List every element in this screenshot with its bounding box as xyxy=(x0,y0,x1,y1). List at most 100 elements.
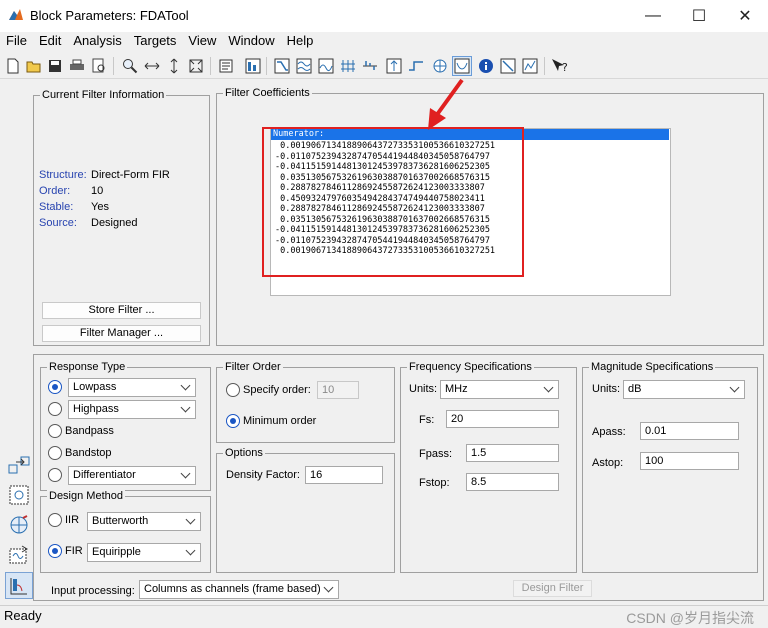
specify-order-radio[interactable] xyxy=(226,383,240,397)
zoom-y-icon[interactable] xyxy=(164,56,184,76)
print-preview-icon[interactable] xyxy=(89,56,109,76)
apass-label: Apass: xyxy=(592,426,626,438)
input-processing-label: Input processing: xyxy=(51,585,135,597)
watermark-text: CSDN @岁月指尖流 xyxy=(626,610,754,626)
fpass-input[interactable]: 1.5 xyxy=(466,444,559,462)
fs-input[interactable]: 20 xyxy=(446,410,559,428)
phase-delay-icon[interactable] xyxy=(338,56,358,76)
fpass-label: Fpass: xyxy=(419,448,453,460)
apass-input[interactable]: 0.01 xyxy=(640,422,739,440)
menu-help[interactable]: Help xyxy=(281,32,320,52)
lowpass-select-value: Lowpass xyxy=(73,381,117,393)
maximize-button[interactable]: ☐ xyxy=(676,0,722,32)
structure-value: Direct-Form FIR xyxy=(91,169,170,181)
options-title: Options xyxy=(223,446,265,460)
bandpass-label[interactable]: Bandpass xyxy=(65,425,114,437)
chevron-down-icon xyxy=(180,380,191,391)
menu-analysis[interactable]: Analysis xyxy=(67,32,127,52)
impulse-response-icon[interactable] xyxy=(360,56,380,76)
design-filter-mode-icon[interactable] xyxy=(5,572,33,599)
open-icon[interactable] xyxy=(24,56,44,76)
menu-view[interactable]: View xyxy=(182,32,222,52)
create-multirate-icon[interactable] xyxy=(5,481,33,508)
pole-zero-icon[interactable] xyxy=(406,56,426,76)
astop-label: Astop: xyxy=(592,457,624,469)
iir-method-select[interactable]: Butterworth xyxy=(87,512,201,531)
highpass-select-value: Highpass xyxy=(73,403,119,415)
minimum-order-radio[interactable] xyxy=(226,414,240,428)
chevron-down-icon xyxy=(729,382,740,393)
source-label: Source: xyxy=(39,217,77,229)
filter-coefficients-view-icon[interactable] xyxy=(452,56,472,76)
lowpass-select[interactable]: Lowpass xyxy=(68,378,196,397)
freq-units-label: Units: xyxy=(409,383,438,395)
menu-bar: File Edit Analysis Targets View Window H… xyxy=(0,32,768,52)
specify-order-input[interactable]: 10 xyxy=(317,381,359,399)
store-filter-button[interactable]: Store Filter ... xyxy=(42,302,201,319)
magnitude-phase-icon[interactable] xyxy=(294,56,314,76)
bandstop-radio[interactable] xyxy=(48,446,62,460)
menu-targets[interactable]: Targets xyxy=(128,32,183,52)
input-processing-select[interactable]: Columns as channels (frame based) xyxy=(139,580,339,599)
stable-value: Yes xyxy=(91,201,109,213)
phase-response-icon[interactable] xyxy=(272,56,292,76)
fir-radio[interactable] xyxy=(48,544,62,558)
full-view-icon[interactable] xyxy=(186,56,206,76)
differentiator-radio[interactable] xyxy=(48,468,62,482)
differentiator-select[interactable]: Differentiator xyxy=(68,466,196,485)
import-filter-icon[interactable] xyxy=(5,541,33,568)
order-label: Order: xyxy=(39,185,71,197)
new-icon[interactable] xyxy=(3,56,23,76)
response-type-title: Response Type xyxy=(47,360,128,374)
bandpass-radio[interactable] xyxy=(48,424,62,438)
zoom-x-icon[interactable] xyxy=(142,56,162,76)
minimize-button[interactable]: — xyxy=(630,0,676,32)
zoom-in-icon[interactable] xyxy=(120,56,140,76)
freq-units-select[interactable]: MHz xyxy=(440,380,559,399)
order-value: 10 xyxy=(91,185,104,197)
step-response-icon[interactable] xyxy=(384,56,404,76)
magnitude-response-icon[interactable] xyxy=(243,56,263,76)
matlab-icon xyxy=(8,7,24,23)
stable-label: Stable: xyxy=(39,201,74,213)
transform-filter-icon[interactable] xyxy=(5,451,33,478)
iir-label[interactable]: IIR xyxy=(65,514,79,526)
noise-psd-icon[interactable] xyxy=(520,56,540,76)
menu-window[interactable]: Window xyxy=(222,32,280,52)
menu-file[interactable]: File xyxy=(0,32,33,52)
title-bar: Block Parameters: FDATool — ☐ ✕ xyxy=(0,0,768,32)
mag-units-select[interactable]: dB xyxy=(623,380,745,399)
fir-label[interactable]: FIR xyxy=(65,545,83,557)
save-icon[interactable] xyxy=(45,56,65,76)
density-factor-input[interactable]: 16 xyxy=(305,466,383,484)
filter-spec-icon[interactable] xyxy=(216,56,236,76)
astop-input[interactable]: 100 xyxy=(640,452,739,470)
filter-info-icon[interactable] xyxy=(476,56,496,76)
fstop-input[interactable]: 8.5 xyxy=(466,473,559,491)
chevron-down-icon xyxy=(323,582,334,593)
design-filter-button[interactable]: Design Filter xyxy=(513,580,592,597)
fir-method-select[interactable]: Equiripple xyxy=(87,543,201,562)
fir-method-value: Equiripple xyxy=(92,546,141,558)
filter-coefficients-icon[interactable] xyxy=(430,56,450,76)
highpass-radio[interactable] xyxy=(48,402,62,416)
highlight-box xyxy=(262,127,524,277)
specify-order-label[interactable]: Specify order: xyxy=(243,384,311,396)
pole-zero-editor-icon[interactable] xyxy=(5,511,33,538)
minimum-order-label[interactable]: Minimum order xyxy=(243,415,316,427)
lowpass-radio[interactable] xyxy=(48,380,62,394)
filter-manager-button[interactable]: Filter Manager ... xyxy=(42,325,201,342)
print-icon[interactable] xyxy=(67,56,87,76)
close-button[interactable]: ✕ xyxy=(722,0,768,32)
fs-label: Fs: xyxy=(419,414,435,426)
differentiator-select-value: Differentiator xyxy=(73,469,136,481)
highpass-select[interactable]: Highpass xyxy=(68,400,196,419)
source-value: Designed xyxy=(91,217,138,229)
svg-text:?: ? xyxy=(562,61,568,74)
whats-this-icon[interactable]: ? xyxy=(550,56,570,76)
menu-edit[interactable]: Edit xyxy=(33,32,67,52)
iir-radio[interactable] xyxy=(48,513,62,527)
magnitude-estimate-icon[interactable] xyxy=(498,56,518,76)
group-delay-icon[interactable] xyxy=(316,56,336,76)
bandstop-label[interactable]: Bandstop xyxy=(65,447,111,459)
